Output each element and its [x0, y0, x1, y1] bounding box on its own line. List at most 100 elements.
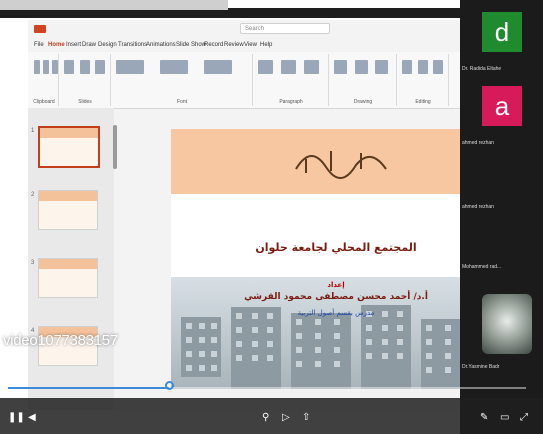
window-shape: [397, 353, 404, 359]
participants-panel: d Dr. Radida Eltahe a ahmed rezhan ahmed rez…: [460, 0, 543, 434]
ribbon-button[interactable]: [258, 60, 273, 74]
ribbon-button[interactable]: [334, 60, 348, 74]
tab-draw[interactable]: Draw: [82, 42, 96, 48]
pointer-icon[interactable]: ⇧: [302, 412, 310, 423]
autosave-icon[interactable]: [34, 25, 46, 33]
tab-insert[interactable]: Insert: [66, 42, 81, 48]
building-shape: [421, 319, 460, 389]
tab-design[interactable]: Design: [98, 42, 117, 48]
window-shape: [333, 333, 340, 339]
video-progress-handle[interactable]: [164, 381, 174, 390]
ribbon-button[interactable]: [51, 60, 58, 74]
ribbon-button[interactable]: [203, 60, 232, 74]
slide-thumbnail[interactable]: [38, 190, 98, 230]
participant-tile[interactable]: Dr.Yasmine Badr: [460, 272, 543, 372]
window-shape: [366, 339, 372, 345]
window-shape: [211, 351, 217, 357]
window-shape: [236, 355, 242, 361]
pen-icon[interactable]: ⚲: [262, 412, 269, 423]
volume-icon[interactable]: ◀: [28, 412, 36, 423]
window-shape: [211, 337, 217, 343]
ribbon-group-drawing: Drawing: [330, 54, 397, 106]
tab-review[interactable]: Review: [224, 42, 244, 48]
slide-canvas[interactable]: المجتمع المحلي لجامعة حلوان إعداد أ.د/ أ…: [171, 129, 460, 389]
ribbon-button[interactable]: [116, 60, 144, 74]
thumbnail-band: [40, 128, 98, 138]
ribbon-button[interactable]: [402, 60, 412, 74]
window-shape: [444, 339, 451, 345]
powerpoint-window: Search File Home Insert Draw Design Transitio…: [28, 20, 460, 410]
window-shape: [211, 323, 217, 329]
participant-tile[interactable]: ahmed rezhan: [460, 148, 543, 212]
window-shape: [251, 355, 258, 361]
ribbon-button[interactable]: [42, 60, 49, 74]
window-shape: [333, 361, 340, 367]
window-shape: [236, 341, 242, 347]
window-shape: [333, 347, 340, 353]
tab-file[interactable]: File: [34, 42, 44, 48]
video-progress-bar[interactable]: [8, 387, 526, 389]
window-shape: [198, 365, 205, 371]
window-shape: [296, 319, 302, 325]
ribbon-button[interactable]: [375, 60, 389, 74]
window-shape: [186, 351, 192, 357]
ribbon-button[interactable]: [417, 60, 428, 74]
tab-record[interactable]: Record: [204, 42, 223, 48]
participant-avatar: a: [482, 86, 522, 126]
tab-home[interactable]: Home: [48, 42, 65, 48]
ribbon-button[interactable]: [304, 60, 320, 74]
ribbon-group-label: Clipboard: [33, 99, 55, 105]
participant-tile[interactable]: d Dr. Radida Eltahe: [460, 0, 543, 74]
ribbon-button[interactable]: [64, 60, 74, 74]
tab-slide-show[interactable]: Slide Show: [176, 42, 206, 48]
building-shape: [231, 307, 281, 389]
ribbon-tabs: File Home Insert Draw Design Transitions Anima…: [28, 41, 460, 52]
slide-thumbnail[interactable]: [38, 258, 98, 298]
pip-icon[interactable]: ▭: [500, 412, 509, 423]
edit-icon[interactable]: ✎: [480, 412, 488, 423]
window-shape: [186, 365, 192, 371]
window-shape: [296, 347, 302, 353]
ribbon-button[interactable]: [159, 60, 188, 74]
fullscreen-icon[interactable]: ⤢: [520, 412, 528, 423]
ribbon-group-editing: Editing: [398, 54, 449, 106]
author-name: أ.د/ أحمد محسن مصطفى محمود القرشي: [244, 292, 428, 302]
pause-icon[interactable]: ❚❚: [8, 412, 25, 423]
participant-name: ahmed rezhan: [462, 140, 494, 146]
window-shape: [251, 341, 258, 347]
video-progress-fill: [8, 387, 169, 389]
tab-animations[interactable]: Animations: [146, 42, 176, 48]
ribbon: Clipboard Slides Font Paragraph Drawing Editi…: [28, 52, 460, 109]
window-shape: [381, 353, 388, 359]
participant-name: Dr. Radida Eltahe: [462, 66, 502, 72]
ribbon-button[interactable]: [95, 60, 106, 74]
ribbon-group-font: Font: [112, 54, 253, 106]
ribbon-button[interactable]: [281, 60, 296, 74]
ribbon-button[interactable]: [34, 60, 40, 74]
participant-name: ahmed rezhan: [462, 204, 494, 210]
participant-tile[interactable]: Mohammed rad...: [460, 212, 543, 272]
window-shape: [267, 355, 274, 361]
window-shape: [186, 323, 192, 329]
play-icon[interactable]: ▷: [282, 412, 290, 423]
window-shape: [236, 327, 242, 333]
window-shape: [267, 341, 274, 347]
prepared-by-label: إعداد: [327, 281, 345, 289]
tab-transitions[interactable]: Transitions: [118, 42, 147, 48]
thumbnail-scrollbar[interactable]: [113, 125, 117, 169]
slide-thumbnail[interactable]: [38, 126, 100, 168]
search-input[interactable]: Search: [240, 23, 330, 34]
building-shape: [361, 305, 411, 389]
slide-number: 1: [31, 128, 35, 134]
ribbon-button[interactable]: [79, 60, 90, 74]
window-shape: [444, 353, 451, 359]
window-shape: [381, 325, 388, 331]
window-shape: [426, 353, 432, 359]
ribbon-button[interactable]: [433, 60, 444, 74]
ribbon-button[interactable]: [354, 60, 368, 74]
window-shape: [211, 365, 217, 371]
window-shape: [267, 327, 274, 333]
tab-help[interactable]: Help: [260, 42, 272, 48]
participant-tile[interactable]: a ahmed rezhan: [460, 74, 543, 148]
tab-view[interactable]: View: [244, 42, 257, 48]
